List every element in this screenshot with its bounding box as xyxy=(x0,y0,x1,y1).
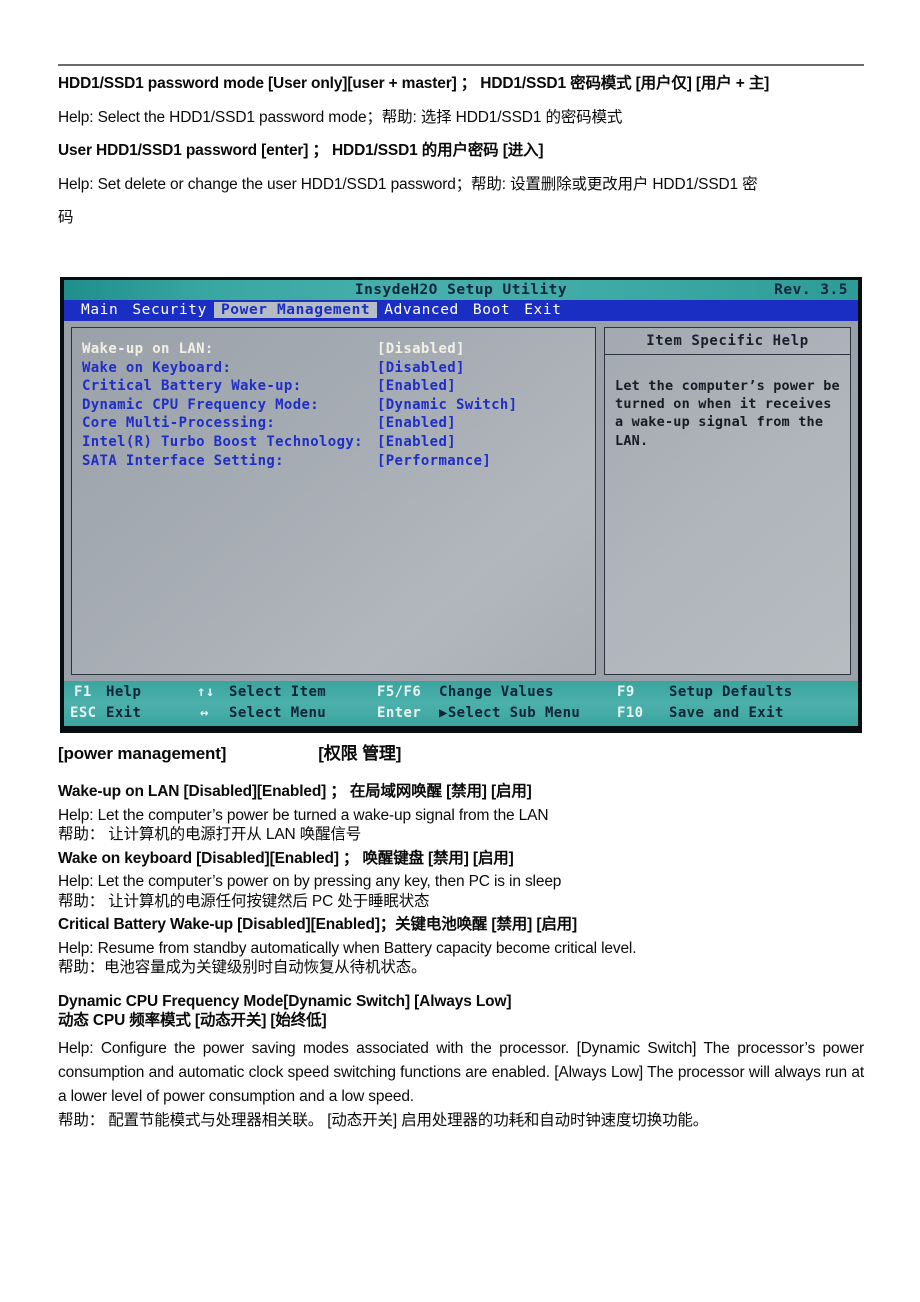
dynamic-cpu-frequency-mode-help-en: Help: Configure the power saving modes a… xyxy=(58,1039,864,1105)
wake-up-on-lan-help-en: Help: Let the computer’s power be turned… xyxy=(58,806,549,824)
bios-key-enter: Enter xyxy=(377,705,422,721)
bios-setting-row-critical-battery-wake-up[interactable]: Critical Battery Wake-up: [Enabled] xyxy=(82,377,595,396)
bios-menu-item-security[interactable]: Security xyxy=(125,302,214,318)
bios-key-f5-f6: F5/F6 xyxy=(377,684,422,700)
bios-action-help: Help xyxy=(106,684,142,700)
bios-key-f10: F10 xyxy=(617,705,644,721)
bios-footer-row-2: ESC Exit ↔ Select Menu Enter ▶Select Sub… xyxy=(64,703,858,724)
bios-action-setup-defaults: Setup Defaults xyxy=(669,684,793,700)
bios-setting-row-wake-up-on-lan[interactable]: Wake-up on LAN: [Disabled] xyxy=(82,340,595,359)
critical-battery-wake-up-heading: Critical Battery Wake-up [Disabled][Enab… xyxy=(58,916,578,933)
bios-menu-item-boot[interactable]: Boot xyxy=(466,302,517,318)
bios-setting-value[interactable]: [Enabled] xyxy=(377,378,456,394)
bios-help-text: Let the computer’s power be turned on wh… xyxy=(615,378,840,449)
bios-title: InsydeH2O Setup Utility xyxy=(354,282,568,298)
bios-setting-row-sata-interface-setting[interactable]: SATA Interface Setting: [Performance] xyxy=(82,452,595,471)
hdd-mode-help: Help: Select the HDD1/SSD1 password mode… xyxy=(58,108,623,126)
bios-help-title: Item Specific Help xyxy=(605,328,850,355)
bios-setting-label: Wake on Keyboard: xyxy=(82,359,232,376)
bios-item-specific-help-panel: Item Specific Help Let the computer’s po… xyxy=(604,327,851,675)
bios-key-up-down-arrow: ↑↓ xyxy=(197,684,215,700)
wake-on-keyboard-help-en: Help: Let the computer’s power on by pre… xyxy=(58,873,562,890)
bios-menu-item-main[interactable]: Main xyxy=(74,302,125,318)
bios-setting-value[interactable]: [Enabled] xyxy=(377,434,456,450)
user-hdd-password-help: Help: Set delete or change the user HDD1… xyxy=(58,175,758,193)
bios-setting-row-dynamic-cpu-frequency-mode[interactable]: Dynamic CPU Frequency Mode: [Dynamic Swit… xyxy=(82,396,595,415)
bios-footer-row-1: F1 Help ↑↓ Select Item F5/F6 Change Valu… xyxy=(64,682,858,703)
bios-setting-value[interactable]: [Enabled] xyxy=(377,415,456,431)
upper-text-section: HDD1/SSD1 password mode [User only][user… xyxy=(58,64,864,226)
critical-battery-wake-up-help-zh: 帮助：电池容量成为关键级别时自动恢复从待机状态。 xyxy=(58,959,427,976)
bios-action-save-and-exit: Save and Exit xyxy=(669,705,784,721)
bios-setting-label: Core Multi-Processing: xyxy=(82,415,276,432)
bios-setting-label: Wake-up on LAN: xyxy=(82,341,214,357)
dynamic-cpu-frequency-mode-heading: Dynamic CPU Frequency Mode[Dynamic Switc… xyxy=(58,992,512,1010)
bios-key-f1: F1 xyxy=(74,684,92,700)
bios-action-select-item: Select Item xyxy=(229,684,327,700)
power-management-heading-zh: [权限 管理] xyxy=(318,744,402,763)
bios-action-exit: Exit xyxy=(106,705,142,721)
bios-key-left-right-arrow: ↔ xyxy=(200,705,209,721)
user-hdd-password-heading: User HDD1/SSD1 password [enter] ； HDD1/S… xyxy=(58,142,544,159)
user-hdd-password-help-cont: 码 xyxy=(58,209,74,226)
bios-key-f9: F9 xyxy=(617,684,635,700)
bios-menu-bar[interactable]: Main Security Power Management Advanced Boot… xyxy=(64,300,858,321)
bios-footer: F1 Help ↑↓ Select Item F5/F6 Change Valu… xyxy=(64,681,858,726)
bios-setting-value[interactable]: [Dynamic Switch] xyxy=(377,397,517,413)
bios-settings-panel: Wake-up on LAN: [Disabled] Wake on Keyboa… xyxy=(71,327,596,675)
bios-screen: InsydeH2O Setup Utility Rev. 3.5 Main Sec… xyxy=(64,280,858,726)
bios-action-select-sub-menu: ▶Select Sub Menu xyxy=(439,705,581,721)
bios-action-select-menu: Select Menu xyxy=(229,705,327,721)
document-page: HDD1/SSD1 password mode [User only][user… xyxy=(0,0,920,1302)
bios-menu-item-advanced[interactable]: Advanced xyxy=(377,302,466,318)
bios-setting-label: SATA Interface Setting: xyxy=(82,452,284,469)
bios-revision: Rev. 3.5 xyxy=(774,282,848,298)
bios-setting-row-core-multi-processing[interactable]: Core Multi-Processing: [Enabled] xyxy=(82,414,595,433)
wake-up-on-lan-heading: Wake-up on LAN [Disabled][Enabled] ； 在局域… xyxy=(58,783,532,800)
lower-text-section: [power management] [权限 管理] Wake-up on LAN… xyxy=(58,745,864,1128)
dynamic-cpu-frequency-mode-heading-zh: 动态 CPU 频率模式 [动态开关] [始终低] xyxy=(58,1012,327,1029)
bios-body: Wake-up on LAN: [Disabled] Wake on Keyboa… xyxy=(64,321,858,681)
critical-battery-wake-up-help-en: Help: Resume from standby automatically … xyxy=(58,939,637,957)
bios-setting-label: Dynamic CPU Frequency Mode: xyxy=(82,396,320,413)
bios-setting-value[interactable]: [Disabled] xyxy=(377,341,465,357)
bios-setting-value[interactable]: [Disabled] xyxy=(377,360,465,376)
wake-on-keyboard-heading: Wake on keyboard [Disabled][Enabled] ； 唤… xyxy=(58,849,514,867)
bios-setting-row-intel-turbo-boost-technology[interactable]: Intel(R) Turbo Boost Technology: [Enabled… xyxy=(82,433,595,452)
bios-menu-item-power-management[interactable]: Power Management xyxy=(213,302,378,318)
bios-key-esc: ESC xyxy=(70,705,97,721)
bios-title-bar: InsydeH2O Setup Utility Rev. 3.5 xyxy=(64,280,858,300)
bios-action-change-values: Change Values xyxy=(439,684,554,700)
bios-screenshot: InsydeH2O Setup Utility Rev. 3.5 Main Sec… xyxy=(60,277,862,733)
bios-setting-label: Intel(R) Turbo Boost Technology: xyxy=(82,433,363,450)
wake-on-keyboard-help-zh: 帮助： 让计算机的电源任何按键然后 PC 处于睡眠状态 xyxy=(58,892,430,910)
power-management-section-heading: [power management] [权限 管理] xyxy=(58,745,864,762)
bios-menu-item-exit[interactable]: Exit xyxy=(517,302,568,318)
bios-setting-row-wake-on-keyboard[interactable]: Wake on Keyboard: [Disabled] xyxy=(82,359,595,378)
bios-setting-label: Critical Battery Wake-up: xyxy=(82,378,302,395)
dynamic-cpu-frequency-mode-help-zh: 帮助： 配置节能模式与处理器相关联。 [动态开关] 启用处理器的功耗和自动时钟速… xyxy=(58,1111,709,1129)
power-management-heading-en: [power management] xyxy=(58,744,227,763)
wake-up-on-lan-help-zh: 帮助： 让计算机的电源打开从 LAN 唤醒信号 xyxy=(58,826,362,843)
bios-setting-value[interactable]: [Performance] xyxy=(377,453,491,469)
hdd-mode-heading: HDD1/SSD1 password mode [User only][user… xyxy=(58,75,770,92)
horizontal-rule xyxy=(58,64,864,66)
